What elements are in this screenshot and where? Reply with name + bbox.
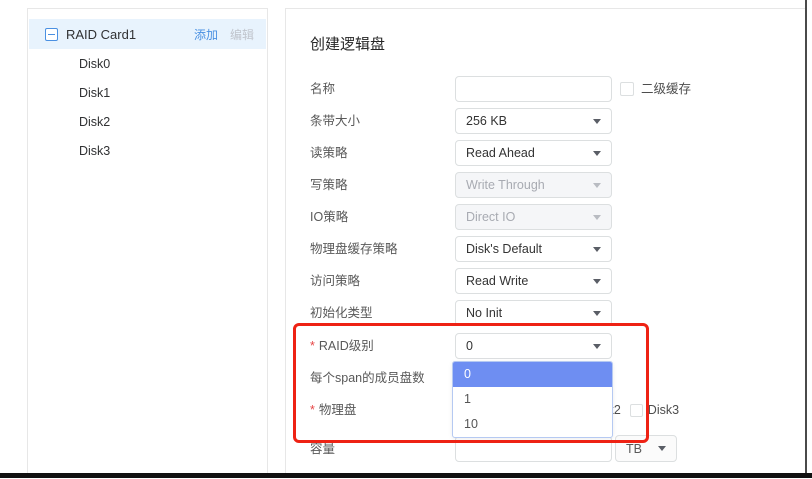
sidebar-item-disk[interactable]: Disk2 (28, 108, 267, 137)
chevron-down-icon (593, 247, 601, 252)
collapse-minus-icon[interactable] (45, 28, 58, 41)
access-policy-select[interactable]: Read Write (455, 268, 612, 294)
sidebar-item-raid-card[interactable]: RAID Card1 添加 编辑 (29, 19, 266, 49)
raid-level-label: * RAID级别 (310, 333, 374, 359)
capacity-input[interactable] (455, 436, 612, 462)
add-link[interactable]: 添加 (194, 26, 218, 43)
l2cache-label: 二级缓存 (641, 76, 691, 102)
io-policy-select: Direct IO (455, 204, 612, 230)
disk-tree-list: Disk0 Disk1 Disk2 Disk3 (28, 50, 267, 166)
chevron-down-icon (593, 119, 601, 124)
l2cache-checkbox[interactable] (620, 82, 634, 96)
raid-level-select[interactable]: 0 (455, 333, 612, 359)
sidebar-item-disk[interactable]: Disk1 (28, 79, 267, 108)
init-type-select[interactable]: No Init (455, 300, 612, 326)
disk-cache-select[interactable]: Disk's Default (455, 236, 612, 262)
span-members-label: 每个span的成员盘数 (310, 365, 425, 391)
chevron-down-icon (593, 279, 601, 284)
raid-level-dropdown-panel: 0 1 10 (452, 361, 613, 438)
disk-cache-label: 物理盘缓存策略 (310, 236, 398, 262)
capacity-label: 容量 (310, 436, 335, 462)
init-type-value: No Init (466, 306, 502, 320)
disk-checkbox[interactable] (630, 404, 643, 417)
access-policy-value: Read Write (466, 274, 528, 288)
read-policy-select[interactable]: Read Ahead (455, 140, 612, 166)
read-policy-label: 读策略 (310, 140, 348, 166)
write-policy-select: Write Through (455, 172, 612, 198)
raid-level-option[interactable]: 10 (453, 412, 612, 437)
raid-config-screen: RAID Card1 添加 编辑 Disk0 Disk1 Disk2 Disk3… (0, 0, 812, 479)
io-policy-label: IO策略 (310, 204, 348, 230)
stripe-size-value: 256 KB (466, 114, 507, 128)
device-tree-sidebar: RAID Card1 添加 编辑 Disk0 Disk1 Disk2 Disk3 (27, 8, 268, 473)
raid-card-label: RAID Card1 (66, 27, 194, 42)
io-policy-value: Direct IO (466, 210, 515, 224)
raid-level-value: 0 (466, 339, 473, 353)
chevron-down-icon (593, 183, 601, 188)
name-label: 名称 (310, 76, 335, 102)
chevron-down-icon (593, 344, 601, 349)
name-input[interactable] (455, 76, 612, 102)
capacity-unit-value: TB (626, 442, 642, 456)
sidebar-item-disk[interactable]: Disk3 (28, 137, 267, 166)
raid-level-label-text: RAID级别 (319, 339, 374, 353)
page-title: 创建逻辑盘 (310, 33, 385, 54)
chevron-down-icon (658, 446, 666, 451)
disk-checkbox-label: Disk3 (648, 403, 679, 417)
access-policy-label: 访问策略 (310, 268, 360, 294)
write-policy-label: 写策略 (310, 172, 348, 198)
screenshot-right-border (805, 0, 807, 474)
stripe-size-label: 条带大小 (310, 108, 360, 134)
init-type-label: 初始化类型 (310, 300, 373, 326)
required-asterisk: * (310, 403, 315, 417)
chevron-down-icon (593, 215, 601, 220)
stripe-size-select[interactable]: 256 KB (455, 108, 612, 134)
chevron-down-icon (593, 151, 601, 156)
physical-disk-label: * 物理盘 (310, 397, 356, 423)
screenshot-bottom-border (0, 473, 812, 478)
capacity-unit-select[interactable]: TB (615, 435, 677, 462)
physical-disk-label-text: 物理盘 (319, 403, 357, 417)
write-policy-value: Write Through (466, 178, 545, 192)
required-asterisk: * (310, 339, 315, 353)
chevron-down-icon (593, 311, 601, 316)
raid-level-option[interactable]: 0 (453, 362, 612, 387)
physical-disk-option[interactable]: Disk3 (630, 403, 679, 417)
sidebar-item-disk[interactable]: Disk0 (28, 50, 267, 79)
disk-cache-value: Disk's Default (466, 242, 542, 256)
read-policy-value: Read Ahead (466, 146, 535, 160)
edit-link[interactable]: 编辑 (230, 26, 254, 43)
raid-level-option[interactable]: 1 (453, 387, 612, 412)
